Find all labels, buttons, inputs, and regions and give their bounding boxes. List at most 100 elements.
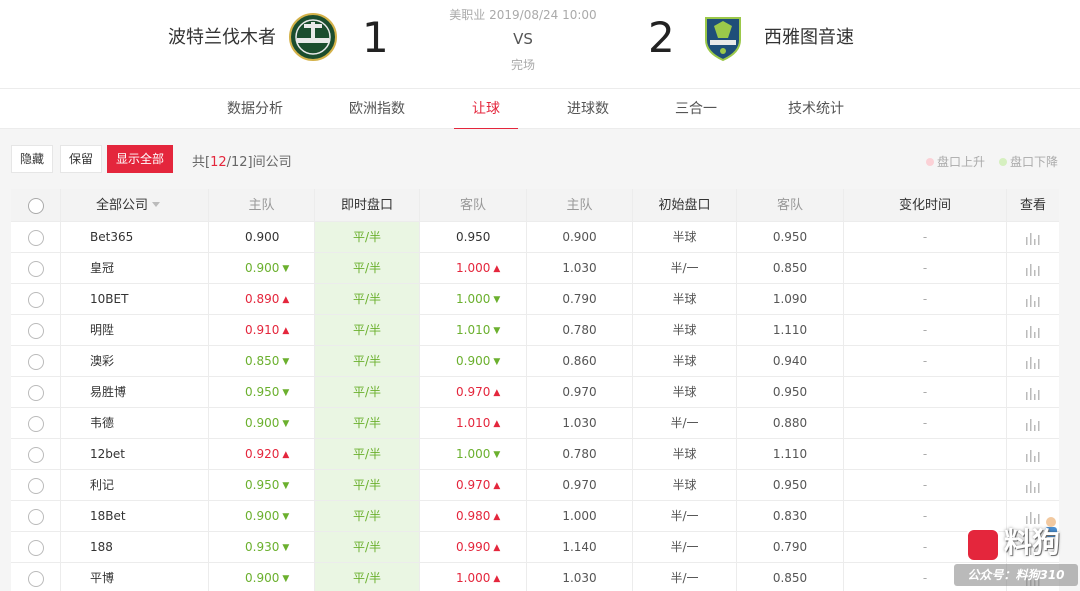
live-home-odds: 0.930 ▼ [209,532,315,562]
live-home-odds: 0.950 ▼ [209,377,315,407]
row-select-radio[interactable] [27,384,44,401]
row-select-radio[interactable] [27,291,44,308]
live-away-odds: 0.970 ▲ [420,377,527,407]
change-time: - [844,408,1007,438]
legend-up-label: 盘口上升 [937,155,986,169]
live-home-odds-value: 0.930 [245,540,280,554]
company-name[interactable]: 澳彩 [61,346,209,376]
row-select-radio[interactable] [27,322,44,339]
row-select-radio[interactable] [27,570,44,587]
company-name[interactable]: 平博 [61,563,209,591]
company-name[interactable]: Bet365 [61,222,209,252]
live-home-odds: 0.910 ▲ [209,315,315,345]
row-select-radio[interactable] [27,508,44,525]
live-handicap-line: 平/半 [315,253,420,283]
init-away-odds: 1.090 [737,284,844,314]
tab-handicap[interactable]: 让球 [454,89,518,130]
live-away-odds: 1.010 ▲ [420,408,527,438]
row-select-radio[interactable] [27,539,44,556]
view-chart-button[interactable] [1007,284,1059,314]
init-handicap-line: 半/一 [633,532,737,562]
legend-down: 盘口下降 [999,153,1058,170]
init-away-odds: 0.950 [737,470,844,500]
table-row: 平博 0.900 ▼ 平/半 1.000 ▲ 1.030 半/一 0.850- [11,563,1059,591]
select-all-radio[interactable] [27,197,44,214]
live-handicap-line: 平/半 [315,315,420,345]
row-select-radio[interactable] [27,229,44,246]
live-home-odds-value: 0.950 [245,385,280,399]
tab-euro-odds[interactable]: 欧洲指数 [337,89,417,129]
row-select-radio[interactable] [27,260,44,277]
live-away-odds-value: 0.970 [456,385,491,399]
company-name[interactable]: 利记 [61,470,209,500]
odds-down-arrow-icon: ▼ [493,450,501,460]
company-name[interactable]: 188 [61,532,209,562]
table-row: 12bet 0.920 ▲ 平/半 1.000 ▼ 0.780 半球 1.110- [11,439,1059,470]
view-chart-button[interactable] [1007,315,1059,345]
row-select-radio[interactable] [27,446,44,463]
change-time: - [844,315,1007,345]
odds-down-arrow-icon: ▼ [282,481,290,491]
row-select-radio[interactable] [27,477,44,494]
odds-up-arrow-icon: ▲ [493,543,501,553]
init-away-odds: 1.110 [737,315,844,345]
company-name[interactable]: 皇冠 [61,253,209,283]
seattle-sounders-logo-icon[interactable] [698,12,748,62]
odds-down-arrow-icon: ▼ [282,574,290,584]
company-name[interactable]: 易胜博 [61,377,209,407]
hide-button[interactable]: 隐藏 [11,145,54,173]
company-name[interactable]: 韦德 [61,408,209,438]
view-chart-button[interactable] [1007,346,1059,376]
company-name[interactable]: 10BET [61,284,209,314]
count-total: /12]间公司 [226,155,292,170]
company-header-label: 全部公司 [96,198,149,213]
live-away-odds: 1.000 ▲ [420,253,527,283]
odds-down-arrow-icon: ▼ [493,357,501,367]
company-name[interactable]: 12bet [61,439,209,469]
view-chart-button[interactable] [1007,439,1059,469]
live-away-odds: 1.000 ▼ [420,284,527,314]
change-time: - [844,346,1007,376]
init-home-odds: 1.030 [527,408,633,438]
live-away-odds-value: 1.000 [456,571,491,585]
row-select-radio[interactable] [27,353,44,370]
init-away-odds: 0.850 [737,253,844,283]
row-select-radio[interactable] [27,415,44,432]
company-header[interactable]: 全部公司 [61,189,209,221]
view-chart-button[interactable] [1007,377,1059,407]
live-handicap-line: 平/半 [315,346,420,376]
tab-tech-stats[interactable]: 技术统计 [776,89,856,129]
view-chart-button[interactable] [1007,408,1059,438]
keep-button[interactable]: 保留 [60,145,103,173]
init-home-odds: 0.790 [527,284,633,314]
away-header: 客队 [420,189,527,221]
odds-up-arrow-icon: ▲ [493,388,501,398]
live-handicap-line: 平/半 [315,501,420,531]
tab-three-in-one[interactable]: 三合一 [662,89,730,129]
odds-up-arrow-icon: ▲ [493,481,501,491]
row-select-cell [11,470,61,500]
init-home-odds: 1.030 [527,563,633,591]
live-handicap-line: 平/半 [315,563,420,591]
home-team-name[interactable]: 波特兰伐木者 [168,25,276,51]
row-select-cell [11,346,61,376]
view-chart-button[interactable] [1007,470,1059,500]
view-chart-button[interactable] [1007,222,1059,252]
live-home-odds-value: 0.950 [245,478,280,492]
row-select-cell [11,563,61,591]
init-handicap-line: 半/一 [633,253,737,283]
tab-goals[interactable]: 进球数 [554,89,622,129]
company-name[interactable]: 明陞 [61,315,209,345]
count-prefix: 共[ [192,155,211,170]
change-time: - [844,470,1007,500]
odds-down-arrow-icon: ▼ [282,512,290,522]
away-team-name[interactable]: 西雅图音速 [764,25,854,51]
init-handicap-line: 半球 [633,439,737,469]
init-away-header: 客队 [737,189,844,221]
show-all-button[interactable]: 显示全部 [107,145,174,173]
portland-timbers-logo-icon[interactable] [288,12,338,62]
company-name[interactable]: 18Bet [61,501,209,531]
odds-up-arrow-icon: ▲ [282,450,290,460]
view-chart-button[interactable] [1007,253,1059,283]
tab-data-analysis[interactable]: 数据分析 [216,89,294,129]
